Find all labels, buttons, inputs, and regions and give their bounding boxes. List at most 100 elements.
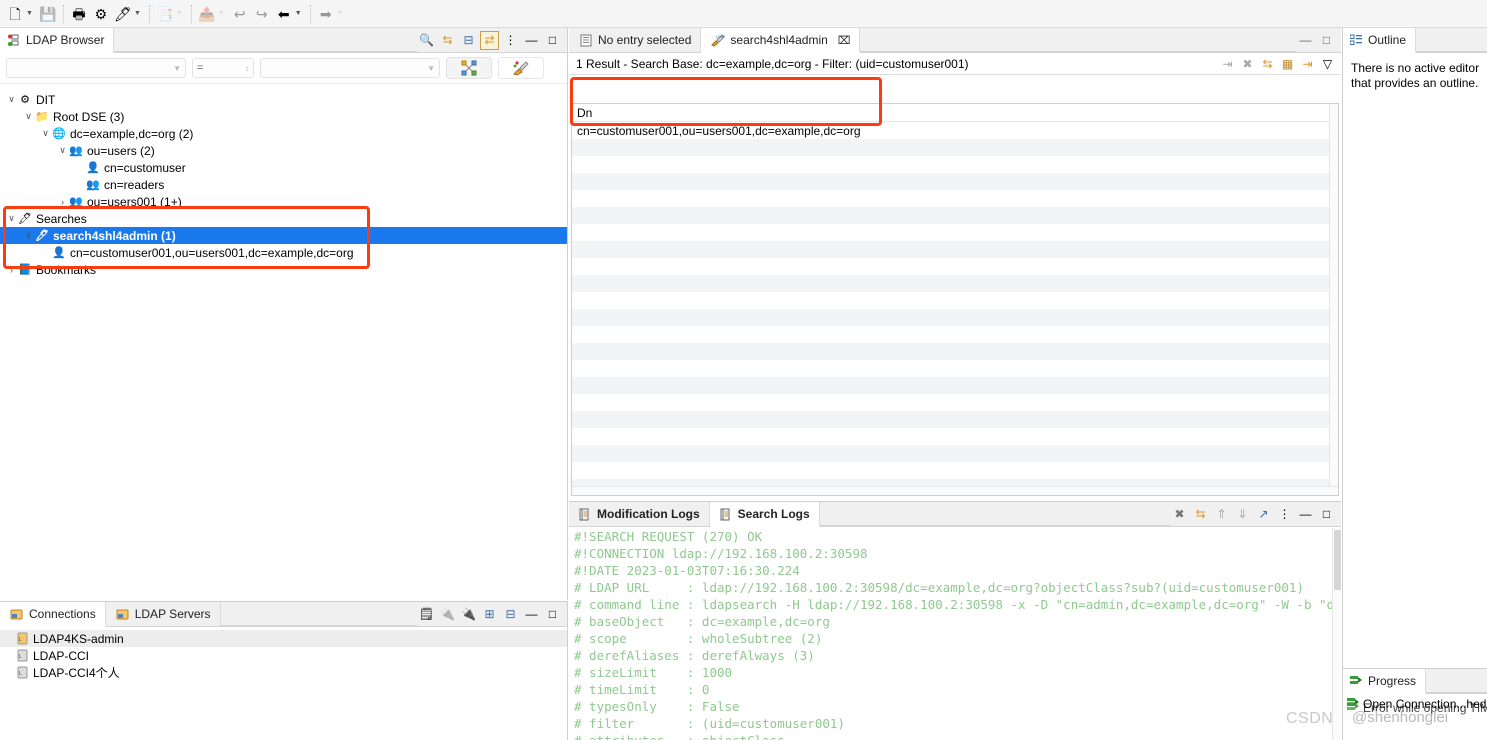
delete-search-icon[interactable]: ✖ — [1238, 54, 1257, 73]
twisty-icon[interactable]: ∨ — [40, 128, 51, 139]
tab-search4shl4admin[interactable]: LDAP search4shl4admin ⌧ — [701, 28, 861, 53]
close-icon[interactable]: ⌧ — [838, 34, 851, 47]
minimize-icon[interactable]: — — [1296, 31, 1315, 50]
refresh-search-icon[interactable]: ⇆ — [1258, 54, 1277, 73]
tree-row[interactable]: ∨ 👥 ou=users (2) — [0, 142, 567, 159]
export-log-icon[interactable]: ↗ — [1254, 505, 1273, 524]
logs-vscrollbar[interactable] — [1332, 528, 1341, 740]
disconnect-icon[interactable]: 🔌 — [438, 605, 457, 624]
tab-ldap-browser[interactable]: LDAP Browser — [0, 28, 115, 53]
tree-row[interactable]: ∨ 🖊 Searches — [0, 210, 567, 227]
maximize-icon[interactable]: □ — [543, 31, 562, 50]
watermark-text: CSDN — [1286, 710, 1334, 727]
connect-icon[interactable]: 🔌 — [459, 605, 478, 624]
table-row[interactable]: cn=customuser001,ou=users001,dc=example,… — [572, 122, 1338, 139]
tree-row[interactable]: 👥 cn=readers — [0, 176, 567, 193]
link-with-editor-icon[interactable]: 🔍 — [417, 31, 436, 50]
filter-attribute-input[interactable]: ▼ — [6, 58, 186, 78]
dropdown-arrow-icon[interactable]: ▼ — [134, 10, 144, 17]
maximize-icon[interactable]: □ — [1317, 31, 1336, 50]
toolbar-new[interactable]: 🗋 ▼ — [4, 2, 37, 26]
twisty-icon[interactable]: ∨ — [6, 213, 17, 224]
twisty-icon[interactable]: ∨ — [57, 145, 68, 156]
view-menu-icon[interactable]: ⋮ — [501, 31, 520, 50]
tree-row[interactable]: ∨ 📁 Root DSE (3) — [0, 108, 567, 125]
filter-operator-select[interactable]: = ↕ — [192, 58, 254, 78]
tree-row[interactable]: › 👥 ou=users001 (1+) — [0, 193, 567, 210]
quick-search-button[interactable] — [498, 57, 544, 79]
older-log-icon[interactable]: ⇑ — [1212, 505, 1231, 524]
dropdown-arrow-icon[interactable]: ▼ — [218, 10, 228, 17]
toolbar-new-search[interactable]: 🖊 ▼ — [112, 2, 145, 26]
twisty-icon[interactable]: › — [57, 197, 68, 207]
toolbar-import[interactable]: 📑 ▼ — [154, 2, 187, 26]
tab-outline[interactable]: Outline — [1343, 28, 1417, 53]
dropdown-arrow-icon[interactable]: ▼ — [295, 10, 305, 17]
tab-progress[interactable]: Progress — [1343, 669, 1427, 694]
search-logs-content[interactable]: #!SEARCH REQUEST (270) OK #!CONNECTION ld… — [569, 528, 1341, 740]
expand-all-icon[interactable]: ⊞ — [480, 605, 499, 624]
toolbar-back-arrow[interactable]: ↩ — [229, 2, 251, 26]
view-menu-icon[interactable]: ⋮ — [1275, 505, 1294, 524]
toolbar-save[interactable]: 💾 — [37, 2, 59, 26]
dropdown-arrow-icon[interactable]: ▼ — [337, 10, 347, 17]
toolbar-history-forward[interactable]: ➡ ▼ — [315, 2, 348, 26]
tabbar-spacer — [1416, 28, 1487, 52]
expand-nodes-button[interactable] — [446, 57, 492, 79]
refresh-log-icon[interactable]: ⇆ — [1191, 505, 1210, 524]
twisty-icon[interactable]: ∨ — [6, 94, 17, 105]
tab-modification-logs[interactable]: Modification Logs — [569, 502, 710, 526]
dropdown-arrow-icon[interactable]: ▼ — [26, 10, 36, 17]
toolbar-print[interactable]: 🖶 — [68, 2, 90, 26]
result-vscrollbar[interactable] — [1329, 104, 1338, 495]
org-unit-icon: 👥 — [69, 196, 83, 208]
connection-list-item[interactable]: L LDAP4KS-admin — [0, 630, 567, 647]
logs-vscroll-thumb[interactable] — [1334, 530, 1341, 590]
twisty-icon[interactable]: ∨ — [23, 111, 34, 122]
result-column-header-dn[interactable]: Dn — [572, 104, 1338, 122]
search-result-table[interactable]: Dn cn=customuser001,ou=users001,dc=examp… — [571, 103, 1339, 496]
clear-log-icon[interactable]: ✖ — [1170, 505, 1189, 524]
tree-row[interactable]: 👤 cn=customuser001,ou=users001,dc=example… — [0, 244, 567, 261]
link-icon[interactable]: ⇄ — [480, 30, 499, 50]
tab-no-entry-selected[interactable]: No entry selected — [569, 28, 702, 52]
connections-list[interactable]: L LDAP4KS-admin L LDAP-CCI L LDAP-CCI4个人 — [0, 627, 567, 681]
tree-row[interactable]: ∨ 🖊 search4shl4admin (1) — [0, 227, 567, 244]
minimize-icon[interactable]: — — [522, 31, 541, 50]
tab-search-logs[interactable]: Search Logs — [709, 502, 820, 527]
collapse-all-icon[interactable]: ⊟ — [501, 605, 520, 624]
table-row-empty — [572, 190, 1338, 207]
toolbar-history-back[interactable]: ⬅ ▼ — [273, 2, 306, 26]
tree-row[interactable]: 👤 cn=customuser — [0, 159, 567, 176]
result-hscrollbar[interactable] — [572, 486, 1338, 495]
table-layout-icon[interactable]: ▦ — [1278, 54, 1297, 73]
minimize-icon[interactable]: — — [522, 605, 541, 624]
next-page-icon[interactable]: ⇥ — [1298, 54, 1317, 73]
show-dn-icon[interactable]: ⇥ — [1218, 54, 1237, 73]
twisty-icon[interactable]: ∨ — [23, 230, 34, 241]
toolbar-export[interactable]: 📤 ▼ — [196, 2, 229, 26]
tab-ldap-servers[interactable]: LDAP Servers — [105, 602, 221, 626]
maximize-icon[interactable]: □ — [543, 605, 562, 624]
toolbar-preferences-gear[interactable]: ⚙ — [90, 2, 112, 26]
connection-list-item[interactable]: L LDAP-CCI4个人 — [0, 664, 567, 681]
toolbar-forward-arrow[interactable]: ↪ — [251, 2, 273, 26]
connection-label: LDAP-CCI4个人 — [33, 666, 120, 680]
view-menu-icon[interactable]: ▽ — [1318, 54, 1337, 73]
tree-row[interactable]: › 📘 Bookmarks — [0, 261, 567, 278]
tree-row[interactable]: ∨ 🌐 dc=example,dc=org (2) — [0, 125, 567, 142]
twisty-icon[interactable]: › — [6, 265, 17, 275]
tab-connections[interactable]: Connections — [0, 602, 106, 627]
new-connection-icon[interactable]: 🗒 — [417, 605, 436, 624]
tree-row[interactable]: ∨ ⚙ DIT — [0, 91, 567, 108]
log-line: # scope : wholeSubtree (2) — [574, 631, 823, 646]
maximize-icon[interactable]: □ — [1317, 505, 1336, 524]
filter-value-input[interactable]: ▼ — [260, 58, 440, 78]
dropdown-arrow-icon[interactable]: ▼ — [176, 10, 186, 17]
ldap-browser-tree[interactable]: ∨ ⚙ DIT ∨ 📁 Root DSE (3) ∨ 🌐 dc=example,dc=org (… — [0, 87, 567, 600]
minimize-icon[interactable]: — — [1296, 505, 1315, 524]
collapse-all-icon[interactable]: ⊟ — [459, 31, 478, 50]
newer-log-icon[interactable]: ⇓ — [1233, 505, 1252, 524]
connection-list-item[interactable]: L LDAP-CCI — [0, 647, 567, 664]
refresh-icon[interactable]: ⇆ — [438, 31, 457, 50]
